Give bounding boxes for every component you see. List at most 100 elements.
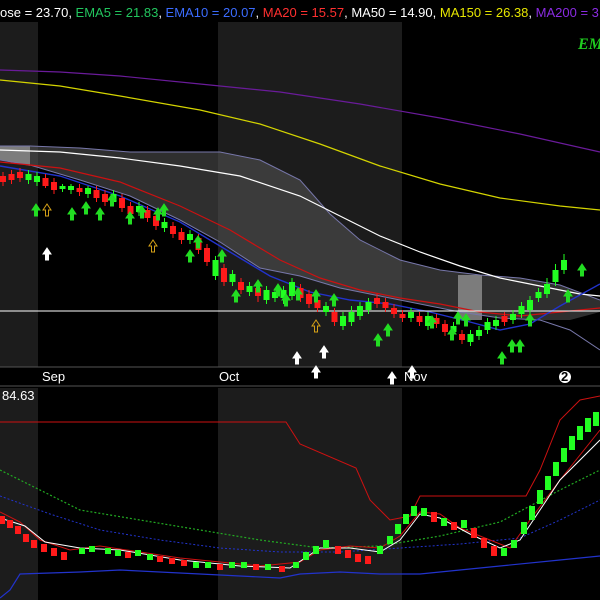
candle-body-44 <box>374 298 380 304</box>
indicator-bar-21 <box>229 562 235 568</box>
candle-body-5 <box>42 178 49 186</box>
candle-body-28 <box>238 282 244 290</box>
indicator-bar-50 <box>529 506 535 520</box>
legend-item-8: MA50 = 14.90 <box>348 5 433 20</box>
indicator-bar-56 <box>577 426 583 440</box>
indicator-bar-28 <box>313 546 319 554</box>
indicator-bar-41 <box>441 518 447 526</box>
candle-body-39 <box>331 312 338 322</box>
candle-body-3 <box>25 174 32 180</box>
candle-body-7 <box>59 186 66 189</box>
indicator-bar-23 <box>253 564 259 570</box>
candle-body-12 <box>102 194 108 202</box>
x-tick-sep: Sep <box>42 369 65 384</box>
indicator-bar-7 <box>61 552 67 560</box>
candle-body-47 <box>399 314 406 318</box>
indicator-bar-10 <box>105 548 111 554</box>
indicator-bar-19 <box>205 562 211 568</box>
indicator-bar-49 <box>521 522 527 534</box>
candle-body-58 <box>493 320 499 326</box>
candle-body-27 <box>229 274 236 282</box>
indicator-bar-4 <box>31 540 37 548</box>
candle-body-45 <box>382 302 389 308</box>
indicator-bar-25 <box>279 566 285 572</box>
candle-body-41 <box>348 312 355 322</box>
legend-item-10: MA150 = 26.38 <box>436 5 528 20</box>
candle-body-42 <box>357 306 363 316</box>
indicator-bar-46 <box>491 546 497 556</box>
indicator-bar-18 <box>193 562 199 568</box>
indicator-bar-12 <box>125 552 131 558</box>
indicator-bar-38 <box>411 506 417 516</box>
candle-body-66 <box>561 260 567 270</box>
indicator-bar-33 <box>365 556 371 564</box>
candle-body-11 <box>93 190 100 198</box>
candle-body-64 <box>544 284 550 294</box>
indicator-bar-55 <box>569 436 575 450</box>
candle-body-25 <box>212 260 219 276</box>
legend-item-2: EMA5 = 21.83 <box>72 5 158 20</box>
candle-body-55 <box>467 334 474 342</box>
candle-body-19 <box>161 222 168 228</box>
indicator-value: 84.63 <box>2 388 35 403</box>
candle-body-0 <box>0 176 6 182</box>
indicator-bar-39 <box>421 508 427 516</box>
candle-body-29 <box>246 286 253 292</box>
candle-body-31 <box>263 290 270 300</box>
candle-body-14 <box>119 198 125 208</box>
indicator-bar-30 <box>335 546 341 554</box>
candle-body-6 <box>51 182 57 190</box>
candle-body-54 <box>459 334 465 340</box>
indicator-bar-44 <box>471 528 477 538</box>
candle-body-22 <box>187 234 193 240</box>
candle-body-21 <box>178 232 185 240</box>
indicator-bar-35 <box>387 536 393 544</box>
legend-item-4: EMA10 = 20.07 <box>162 5 256 20</box>
indicator-bar-47 <box>501 548 507 556</box>
legend-item-0: ose = 23.70 <box>0 5 68 20</box>
candle-body-1 <box>8 174 15 180</box>
indicator-bar-53 <box>553 462 559 476</box>
indicator-bar-3 <box>23 534 29 542</box>
indicator-bar-37 <box>403 514 409 524</box>
x-tick-nov: Nov <box>404 369 428 384</box>
indicator-bar-54 <box>561 448 567 462</box>
candle-body-10 <box>85 188 91 194</box>
indicator-bar-29 <box>323 540 329 548</box>
indicator-bar-48 <box>511 540 517 548</box>
indicator-bar-15 <box>157 556 163 562</box>
indicator-bar-31 <box>345 550 351 558</box>
candle-body-20 <box>170 226 176 234</box>
indicator-bar-43 <box>461 520 467 528</box>
indicator-bar-20 <box>217 564 223 570</box>
indicator-bar-52 <box>545 476 551 490</box>
indicator-bar-58 <box>593 412 599 426</box>
candle-body-9 <box>76 188 83 192</box>
legend-item-6: MA20 = 15.57 <box>259 5 344 20</box>
candle-body-8 <box>68 186 74 190</box>
indicator-bar-1 <box>7 520 13 528</box>
indicator-bar-8 <box>79 548 85 554</box>
x-tick-oct: Oct <box>219 369 240 384</box>
indicator-bar-13 <box>135 550 141 556</box>
indicator-bar-32 <box>355 554 361 562</box>
candle-body-36 <box>306 294 312 304</box>
candle-body-38 <box>323 306 329 312</box>
indicator-bar-11 <box>115 550 121 556</box>
indicator-bar-0 <box>0 516 5 524</box>
candle-body-26 <box>221 268 227 282</box>
event-badge-label: 2 <box>561 369 568 384</box>
indicator-bar-42 <box>451 522 457 530</box>
candle-body-49 <box>416 316 423 322</box>
candle-body-52 <box>442 324 448 332</box>
indicator-bar-36 <box>395 524 401 534</box>
candle-body-48 <box>408 312 414 318</box>
candle-body-63 <box>535 292 542 298</box>
candle-body-4 <box>34 176 40 182</box>
legend-item-12: MA200 = 3 <box>532 5 599 20</box>
indicator-bar-51 <box>537 490 543 504</box>
candle-body-65 <box>552 270 559 282</box>
indicator-bar-9 <box>89 546 95 552</box>
indicator-legend-text: ose = 23.70, EMA5 = 21.83, EMA10 = 20.07… <box>0 5 599 20</box>
candle-body-59 <box>501 316 508 322</box>
